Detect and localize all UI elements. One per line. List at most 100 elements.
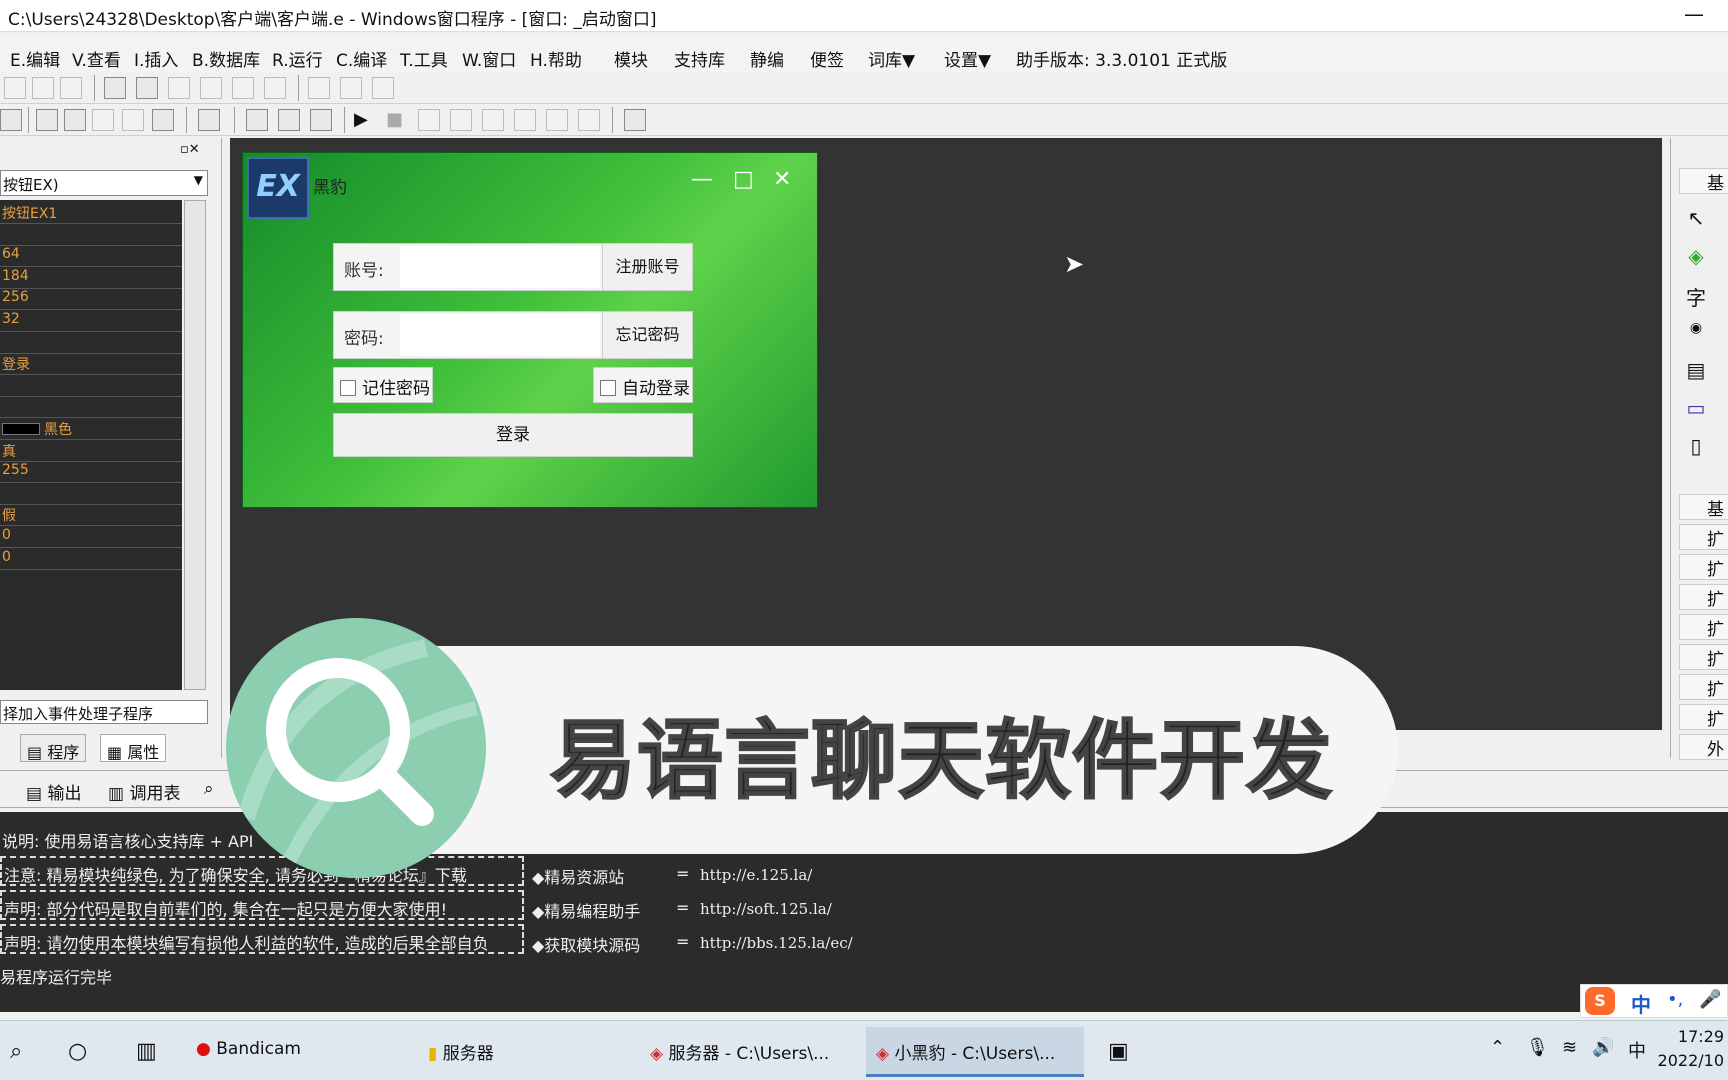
step-over-icon[interactable] xyxy=(482,109,504,131)
pointer-icon[interactable]: ↖ xyxy=(1683,206,1709,232)
palette-group-external[interactable]: 外 xyxy=(1679,734,1728,760)
property-row[interactable]: 32 xyxy=(0,308,182,332)
auto-login-checkbox[interactable]: 自动登录 xyxy=(593,367,693,403)
task-view-icon[interactable]: ▥ xyxy=(126,1027,167,1077)
align-bottom-icon[interactable] xyxy=(60,77,82,99)
step-icon[interactable] xyxy=(418,109,440,131)
space-horizontal-icon[interactable] xyxy=(232,77,254,99)
panel-pin-close-icons[interactable]: ▫✕ xyxy=(180,142,206,160)
list-icon[interactable]: ▤ xyxy=(1683,358,1709,384)
property-row[interactable]: 256 xyxy=(0,286,182,311)
menu-compile[interactable]: C.编译 xyxy=(336,46,387,71)
property-row[interactable]: 0 xyxy=(0,524,182,548)
property-row[interactable]: 黑色 xyxy=(0,416,182,440)
tray-ime-indicator[interactable]: 中 xyxy=(1628,1037,1646,1063)
menu-tools[interactable]: T.工具 xyxy=(400,46,448,71)
taskbar-item-server[interactable]: ◈ 服务器 - C:\Users\... xyxy=(640,1027,850,1077)
menu-support-lib[interactable]: 支持库 xyxy=(674,46,725,71)
menu-insert[interactable]: I.插入 xyxy=(134,46,178,71)
component-selector[interactable]: 按钮EX) ▼ xyxy=(0,170,208,196)
save-icon[interactable] xyxy=(0,109,22,131)
align-top-icon[interactable] xyxy=(32,77,54,99)
resize-both-icon[interactable] xyxy=(372,77,394,99)
palette-group-ext-4[interactable]: 扩 xyxy=(1679,614,1728,640)
forgot-password-button[interactable]: 忘记密码 xyxy=(602,312,692,358)
file-box-icon[interactable]: ▯ xyxy=(1683,434,1709,460)
property-row[interactable]: 登录 xyxy=(0,351,182,376)
password-input[interactable] xyxy=(400,314,600,356)
property-row[interactable] xyxy=(0,481,182,505)
binoculars-icon[interactable] xyxy=(624,109,646,131)
tray-chevron-up-icon[interactable]: ⌃ xyxy=(1490,1037,1505,1058)
progress-icon[interactable]: ▭ xyxy=(1683,396,1709,422)
property-row[interactable]: 255 xyxy=(0,459,182,484)
find-icon[interactable] xyxy=(198,109,220,131)
property-row[interactable] xyxy=(0,373,182,397)
menu-modules[interactable]: 模块 xyxy=(614,46,648,71)
search-icon[interactable]: ⌕ xyxy=(204,779,214,799)
resize-height-icon[interactable] xyxy=(340,77,362,99)
menu-static-compile[interactable]: 静编 xyxy=(750,46,784,71)
align-left-icon[interactable] xyxy=(4,77,26,99)
step-out-icon[interactable] xyxy=(514,109,536,131)
resize-width-icon[interactable] xyxy=(308,77,330,99)
register-button[interactable]: 注册账号 xyxy=(602,244,692,290)
menu-dictionary[interactable]: 词库▼ xyxy=(868,46,915,71)
menu-settings[interactable]: 设置▼ xyxy=(944,46,991,71)
property-scrollbar[interactable] xyxy=(184,200,206,690)
hand-icon[interactable] xyxy=(578,109,600,131)
breakpoint-icon[interactable] xyxy=(546,109,568,131)
ime-chinese-mode[interactable]: 中 xyxy=(1631,989,1651,1018)
account-input[interactable] xyxy=(400,246,600,288)
tab-properties[interactable]: ▦ 属性 xyxy=(100,734,167,762)
menu-run[interactable]: R.运行 xyxy=(272,46,323,71)
sogou-logo-icon[interactable]: S xyxy=(1585,987,1615,1015)
taskbar-search-icon[interactable]: ⌕ xyxy=(0,1027,32,1077)
menu-database[interactable]: B.数据库 xyxy=(192,46,260,71)
link-url[interactable]: http://bbs.125.la/ec/ xyxy=(700,934,853,952)
step-into-icon[interactable] xyxy=(450,109,472,131)
app-icon[interactable]: ▣ xyxy=(1098,1027,1139,1077)
tab-output[interactable]: ▤ 输出 xyxy=(26,779,81,804)
menu-edit[interactable]: E.编辑 xyxy=(10,46,60,71)
cut-icon[interactable] xyxy=(36,109,58,131)
palette-group-ext-1[interactable]: 扩 xyxy=(1679,524,1728,550)
property-row[interactable]: 假 xyxy=(0,502,182,527)
copy-icon[interactable] xyxy=(64,109,86,131)
radio-icon[interactable]: ◉ xyxy=(1683,320,1709,346)
property-row[interactable]: 184 xyxy=(0,265,182,289)
palette-group-ext-5[interactable]: 扩 xyxy=(1679,644,1728,670)
tab-program[interactable]: ▤ 程序 xyxy=(20,734,87,762)
redo-icon[interactable] xyxy=(122,109,144,131)
paste-icon[interactable] xyxy=(92,109,114,131)
property-row[interactable] xyxy=(0,222,182,246)
tray-wifi-icon[interactable]: ≋ xyxy=(1562,1037,1577,1058)
same-height-icon[interactable] xyxy=(200,77,222,99)
login-maximize-button[interactable]: □ xyxy=(733,167,754,192)
tab-call-table[interactable]: ▥ 调用表 xyxy=(108,779,180,804)
space-vertical-icon[interactable] xyxy=(264,77,286,99)
taskbar-item-bandicam[interactable]: ● Bandicam xyxy=(186,1027,396,1077)
remember-password-checkbox[interactable]: 记住密码 xyxy=(333,367,433,403)
property-row[interactable]: 64 xyxy=(0,243,182,268)
image-box-icon[interactable]: ◈ xyxy=(1683,244,1709,270)
cortana-icon[interactable]: ○ xyxy=(58,1027,97,1077)
palette-group-basic-2[interactable]: 基 xyxy=(1679,494,1728,520)
link-url[interactable]: http://e.125.la/ xyxy=(700,866,812,884)
menu-window[interactable]: W.窗口 xyxy=(462,46,516,71)
palette-group-ext-6[interactable]: 扩 xyxy=(1679,674,1728,700)
tray-mic-icon[interactable]: 🎙 xyxy=(1526,1037,1549,1058)
undo-icon[interactable] xyxy=(152,109,174,131)
ime-mic-icon[interactable]: 🎤 xyxy=(1699,989,1721,1010)
taskbar-item-client[interactable]: ◈ 小黑豹 - C:\Users\... xyxy=(866,1027,1084,1077)
label-icon[interactable]: 字 xyxy=(1683,282,1709,310)
property-row[interactable] xyxy=(0,330,182,354)
taskbar-clock[interactable]: 17:29 2022/10 xyxy=(1658,1025,1724,1073)
palette-group-ext-3[interactable]: 扩 xyxy=(1679,584,1728,610)
palette-group-ext-7[interactable]: 扩 xyxy=(1679,704,1728,730)
layout-full-icon[interactable] xyxy=(310,109,332,131)
minimize-button[interactable]: — xyxy=(1684,2,1704,26)
ime-punctuation[interactable]: •, xyxy=(1667,989,1683,1010)
center-horizontal-icon[interactable] xyxy=(104,77,126,99)
menu-view[interactable]: V.查看 xyxy=(72,46,121,71)
